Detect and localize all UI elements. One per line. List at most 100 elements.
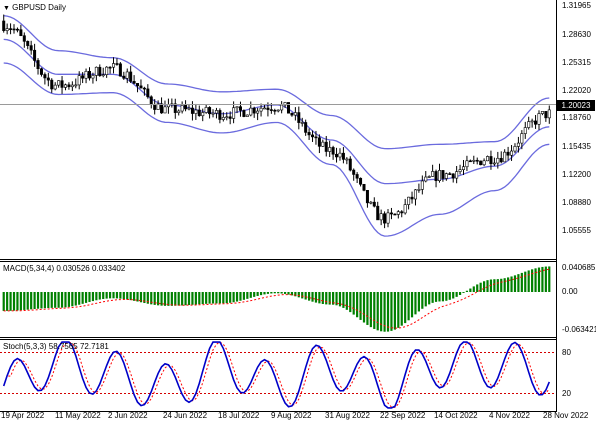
candle-body xyxy=(513,146,517,152)
candle-body xyxy=(420,180,424,190)
symbol-title[interactable]: ▼ GBPUSD Daily xyxy=(3,3,66,13)
candle-body xyxy=(280,104,284,111)
macd-bar xyxy=(407,292,410,321)
macd-bar xyxy=(503,278,506,292)
macd-bar xyxy=(194,292,197,305)
stoch-tick: 20 xyxy=(562,389,571,398)
macd-bar xyxy=(23,292,26,310)
macd-bar xyxy=(527,270,530,292)
macd-bar xyxy=(211,292,215,304)
candle-body xyxy=(266,107,270,110)
macd-bar xyxy=(12,292,16,311)
macd-bar xyxy=(222,292,225,304)
candle-body xyxy=(218,110,222,120)
candle-body xyxy=(547,109,551,119)
candle-body xyxy=(115,63,119,65)
candle-body xyxy=(424,176,428,182)
candle-body xyxy=(57,80,61,86)
macd-bar xyxy=(198,292,201,305)
macd-bar xyxy=(486,280,489,292)
candle-body xyxy=(417,189,421,191)
macd-bar xyxy=(273,292,276,294)
candle-body xyxy=(142,87,146,90)
macd-bar xyxy=(95,292,98,301)
macd-bar xyxy=(126,292,129,300)
candle-body xyxy=(537,113,541,125)
dropdown-triangle-icon[interactable]: ▼ xyxy=(3,5,10,12)
macd-bar xyxy=(129,292,132,301)
macd-bar xyxy=(74,292,77,306)
macd-bar xyxy=(218,292,221,304)
candle-body xyxy=(43,74,47,79)
candle-body xyxy=(496,157,500,164)
panel-divider-macd[interactable] xyxy=(0,259,556,260)
candle-body xyxy=(359,177,363,185)
candle-body xyxy=(50,79,54,90)
macd-title: MACD(5,34,4) 0.030526 0.033402 xyxy=(3,264,126,273)
candle-body xyxy=(492,162,496,165)
macd-bar xyxy=(380,292,383,332)
candle-body xyxy=(46,77,50,81)
candle-body xyxy=(516,142,520,147)
candle-body xyxy=(105,66,109,75)
candle-body xyxy=(338,152,342,158)
candle-body xyxy=(462,166,466,170)
macd-bar xyxy=(493,279,496,292)
macd-bar xyxy=(397,292,400,328)
candle-body xyxy=(348,158,352,171)
macd-bar xyxy=(81,292,84,304)
candle-body xyxy=(153,104,157,110)
candle-body xyxy=(12,28,16,31)
candle-body xyxy=(468,160,472,163)
candle-body xyxy=(372,201,376,207)
candle-body xyxy=(180,105,184,112)
macd-bar xyxy=(57,292,60,308)
stoch-title: Stoch(5,3,3) 58.7565 72.7181 xyxy=(3,342,109,351)
macd-histogram xyxy=(2,266,551,332)
candle-body xyxy=(249,107,253,116)
candle-body xyxy=(362,183,366,191)
candlesticks xyxy=(2,14,551,229)
candle-body xyxy=(84,71,88,79)
macd-bar xyxy=(232,292,235,303)
macd-bar xyxy=(366,292,369,325)
macd-bar xyxy=(54,292,57,308)
macd-bar xyxy=(112,292,115,299)
panel-divider-stoch[interactable] xyxy=(0,337,556,338)
macd-bar xyxy=(33,292,36,310)
macd-bar xyxy=(253,292,256,297)
current-price-tag: 1.20023 xyxy=(557,100,595,111)
candle-body xyxy=(225,116,229,119)
candle-body xyxy=(201,112,205,117)
candle-body xyxy=(475,159,479,162)
price-tick: 1.31965 xyxy=(562,1,591,10)
candle-body xyxy=(383,213,387,224)
macd-bar xyxy=(9,292,12,311)
chart-canvas xyxy=(0,14,556,409)
symbol-label: GBPUSD Daily xyxy=(12,3,66,12)
macd-bar xyxy=(174,292,177,306)
candle-body xyxy=(321,141,325,147)
macd-bar xyxy=(455,292,458,297)
candle-body xyxy=(129,71,133,82)
candle-body xyxy=(503,151,507,163)
macd-bar xyxy=(342,292,345,308)
candle-body xyxy=(91,75,95,79)
candle-body xyxy=(118,63,122,77)
date-tick: 14 Oct 2022 xyxy=(434,411,478,420)
macd-bar xyxy=(297,292,300,298)
macd-bar xyxy=(208,292,211,304)
macd-bar xyxy=(266,292,270,294)
macd-bar xyxy=(462,292,465,293)
candle-body xyxy=(311,134,315,138)
candle-body xyxy=(269,109,273,111)
macd-bar xyxy=(294,292,297,297)
macd-bar xyxy=(318,292,321,304)
macd-bar xyxy=(191,292,194,305)
macd-bar xyxy=(513,275,517,292)
candle-body xyxy=(506,151,510,156)
date-tick: 11 May 2022 xyxy=(55,411,101,420)
macd-bar xyxy=(548,266,551,292)
macd-bar xyxy=(390,292,393,331)
macd-bar xyxy=(184,292,187,306)
